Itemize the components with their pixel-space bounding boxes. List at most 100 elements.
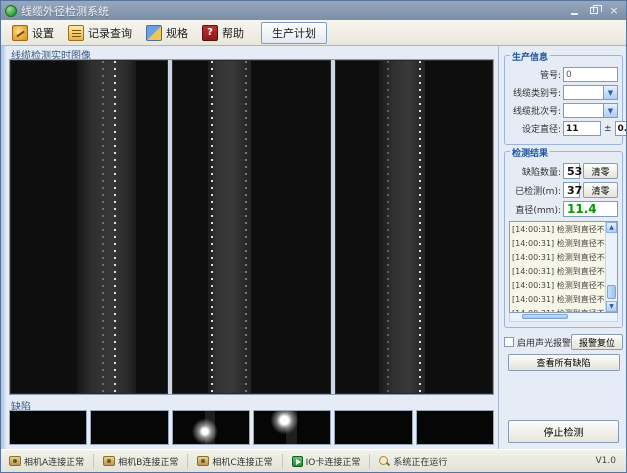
defect-thumbnail-4[interactable]	[253, 410, 331, 445]
log-horizontal-scrollbar[interactable]	[509, 313, 618, 322]
cable-image-a	[77, 61, 136, 393]
defect-count-label: 缺陷数量:	[509, 165, 561, 178]
defect-thumbnail-1[interactable]	[9, 410, 87, 445]
toolbar-item-records[interactable]: 记录查询	[65, 23, 135, 43]
camera-c-view	[335, 60, 493, 394]
scrollbar-thumb[interactable]	[522, 314, 568, 319]
magnifier-icon	[379, 456, 390, 467]
app-window: 线缆外径检测系统 × 设置 记录查询 规格 帮助 生产计划 线缆检测实时图像	[0, 0, 627, 473]
log-entry: [14:00:31] 检测到直径不合格	[510, 250, 605, 264]
toolbar-item-specs[interactable]: 规格	[143, 23, 191, 43]
log-entry: [14:00:31] 检测到直径不合格	[510, 264, 605, 278]
cable-batch-select[interactable]: ▼	[563, 103, 618, 118]
camera-b-view	[172, 60, 330, 394]
toolbar-label-records: 记录查询	[88, 25, 132, 41]
cable-type-label: 线缆类别号:	[509, 86, 561, 99]
minimize-button[interactable]	[566, 4, 582, 17]
tube-no-field[interactable]	[563, 67, 618, 82]
cable-edge-speckle	[387, 61, 389, 393]
detection-result-group: 检测结果 缺陷数量: 53209 清零 已检测(m): 3783.3 清零 直径…	[504, 151, 623, 328]
defect-blob	[173, 411, 249, 444]
set-diameter-field[interactable]	[563, 121, 601, 136]
scrollbar-thumb[interactable]	[607, 285, 616, 299]
detection-result-header: 检测结果	[510, 146, 550, 159]
cable-edge-speckle	[211, 61, 213, 393]
minimize-icon	[571, 13, 578, 15]
status-camera-b: 相机B连接正常	[94, 454, 188, 469]
status-system-running-text: 系统正在运行	[393, 455, 447, 468]
status-io-card-text: IO卡连接正常	[306, 455, 361, 468]
toolbar-item-help[interactable]: 帮助	[199, 23, 247, 43]
measured-length-value: 3783.3	[563, 182, 580, 198]
version-label: V1.0	[596, 456, 620, 466]
view-all-defects-button[interactable]: 查看所有缺陷	[508, 354, 620, 371]
live-image-area	[9, 59, 494, 395]
defect-blob	[254, 411, 330, 444]
defect-thumbnail-6[interactable]	[416, 410, 494, 445]
records-icon	[68, 25, 84, 41]
defect-thumbnail-3[interactable]	[172, 410, 250, 445]
alarm-row: 启用声光报警 报警复位	[504, 334, 623, 350]
restore-button[interactable]	[586, 4, 602, 17]
cable-type-select[interactable]: ▼	[563, 85, 618, 100]
production-plan-button[interactable]: 生产计划	[261, 22, 327, 44]
io-card-icon	[292, 456, 303, 467]
chevron-down-icon[interactable]: ▼	[603, 104, 617, 117]
camera-a-view	[10, 60, 168, 394]
defect-thumbnail-2[interactable]	[90, 410, 168, 445]
status-io-card: IO卡连接正常	[283, 454, 371, 469]
camera-icon	[197, 456, 209, 466]
status-camera-c-text: 相机C连接正常	[212, 455, 272, 468]
log-entry: [14:00:31] 检测到直径不合格	[510, 292, 605, 306]
diameter-label: 直径(mm):	[509, 203, 561, 216]
log-vertical-scrollbar[interactable]: ▲ ▼	[605, 222, 617, 312]
stop-detection-button[interactable]: 停止检测	[508, 420, 619, 443]
clear-measured-length-button[interactable]: 清零	[583, 182, 618, 198]
production-info-header: 生产信息	[510, 50, 550, 63]
alarm-reset-button[interactable]: 报警复位	[571, 334, 623, 350]
log-entry: [14:00:31] 检测到直径不合格	[510, 306, 605, 313]
production-info-group: 生产信息 管号: 线缆类别号: ▼ 线缆批次号: ▼ 设定直径:	[504, 55, 623, 145]
restore-icon	[590, 7, 598, 14]
toolbar: 设置 记录查询 规格 帮助 生产计划	[1, 20, 626, 46]
status-camera-c: 相机C连接正常	[188, 454, 282, 469]
log-entry: [14:00:31] 检测到直径不合格	[510, 236, 605, 250]
defect-count-value: 53209	[563, 163, 580, 179]
alarm-checkbox[interactable]	[504, 337, 514, 347]
detection-log-list[interactable]: [14:00:31] 检测到直径不合格 [14:00:31] 检测到直径不合格 …	[509, 221, 618, 313]
camera-icon	[9, 456, 21, 466]
toolbar-label-help: 帮助	[222, 25, 244, 41]
status-camera-b-text: 相机B连接正常	[118, 455, 178, 468]
window-title: 线缆外径检测系统	[21, 3, 562, 19]
toolbar-item-settings[interactable]: 设置	[9, 23, 57, 43]
alarm-checkbox-label[interactable]: 启用声光报警	[517, 336, 571, 349]
log-entry: [14:00:31] 检测到直径不合格	[510, 278, 605, 292]
cable-type-value	[564, 86, 603, 99]
diameter-value: 11.4	[563, 201, 618, 217]
cable-edge-speckle	[114, 61, 116, 393]
cable-batch-value	[564, 104, 603, 117]
left-edge-strip	[1, 46, 6, 449]
toolbar-label-specs: 规格	[166, 25, 188, 41]
defect-thumbnail-5[interactable]	[334, 410, 412, 445]
statusbar: 相机A连接正常 相机B连接正常 相机C连接正常 IO卡连接正常 系统正在运行 V…	[1, 449, 626, 472]
status-system-running: 系统正在运行	[370, 454, 456, 469]
status-camera-a-text: 相机A连接正常	[24, 455, 84, 468]
cable-edge-speckle	[102, 61, 104, 393]
settings-icon	[12, 25, 28, 41]
defect-thumbnail-strip	[9, 410, 494, 445]
scroll-up-icon[interactable]: ▲	[606, 222, 617, 233]
scroll-down-icon[interactable]: ▼	[606, 301, 617, 312]
log-entry: [14:00:31] 检测到直径不合格	[510, 222, 605, 236]
plus-minus-sign: ±	[604, 124, 612, 134]
clear-defect-count-button[interactable]: 清零	[583, 163, 618, 179]
close-icon: ×	[609, 5, 618, 16]
status-camera-a: 相机A连接正常	[7, 454, 94, 469]
help-icon	[202, 25, 218, 41]
titlebar: 线缆外径检测系统 ×	[1, 1, 626, 20]
specs-icon	[146, 25, 162, 41]
chevron-down-icon[interactable]: ▼	[603, 86, 617, 99]
tolerance-field[interactable]	[615, 121, 627, 136]
close-button[interactable]: ×	[606, 4, 622, 17]
measured-length-label: 已检测(m):	[509, 184, 561, 197]
